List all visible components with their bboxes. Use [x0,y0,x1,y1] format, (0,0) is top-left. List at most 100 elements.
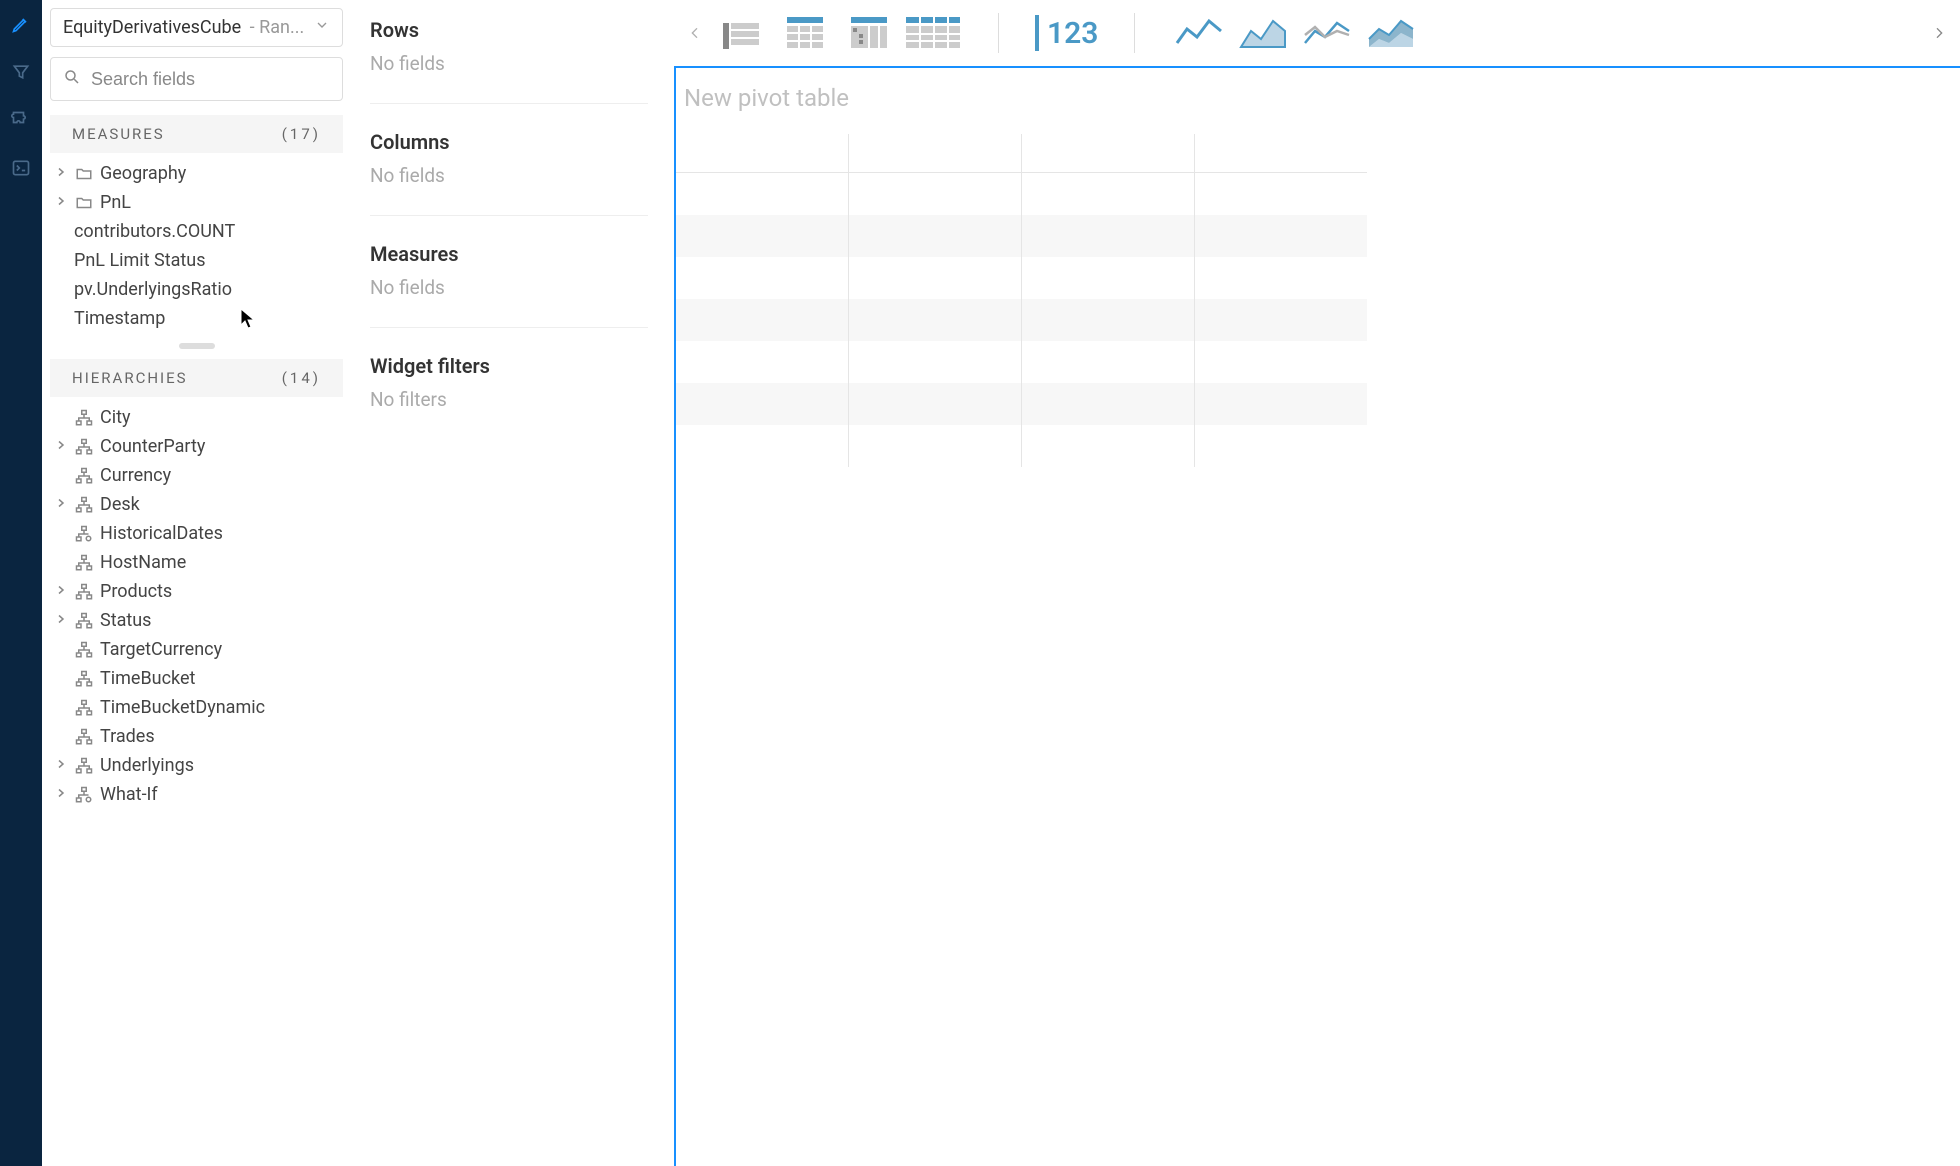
area-chart-button[interactable] [1235,9,1293,57]
pivot-header-cell [676,134,848,172]
rows-title: Rows [370,18,648,42]
tree-item[interactable]: Currency [50,461,343,490]
stacked-area-chart-button[interactable] [1363,9,1421,57]
folder-icon [74,194,94,212]
tree-item-label: TimeBucket [100,668,339,689]
main-panel: 123 [674,0,1960,1166]
hier-icon [74,612,94,630]
tree-item[interactable]: TargetCurrency [50,635,343,664]
tree-item[interactable]: HostName [50,548,343,577]
hierarchies-count: (14) [282,369,321,387]
tree-item[interactable]: City [50,403,343,432]
tree-item[interactable]: Underlyings [50,751,343,780]
search-field-container[interactable] [50,57,343,101]
full-table-button[interactable] [904,9,962,57]
tree-table-button[interactable] [840,9,898,57]
chevron-right-icon[interactable] [54,497,68,513]
pivot-grid [676,134,1960,467]
cube-suffix: - Ran... [245,17,304,38]
chevron-right-icon[interactable] [54,166,68,182]
tree-item[interactable]: CounterParty [50,432,343,461]
tree-item[interactable]: pv.UnderlyingsRatio [50,275,343,304]
pivot-header-cell [848,134,1021,172]
tree-item-label: Desk [100,494,339,515]
hierarchies-header: HIERARCHIES (14) [50,359,343,397]
pivot-header-cell [1021,134,1194,172]
toolbar-separator-2 [1134,13,1135,53]
cube-dropdown[interactable]: EquityDerivativesCube - Ran... [50,8,343,47]
tree-item-label: HistoricalDates [100,523,339,544]
tree-item[interactable]: Trades [50,722,343,751]
chevron-right-icon[interactable] [54,758,68,774]
measures-title: MEASURES [72,125,165,143]
pivot-cell [676,299,848,341]
pivot-cell [1021,215,1194,257]
tree-item-label: Trades [100,726,339,747]
tree-item[interactable]: PnL [50,188,343,217]
hier-icon [74,699,94,717]
chevron-right-icon[interactable] [54,787,68,803]
measures-well-placeholder: No fields [370,276,648,299]
columns-title: Columns [370,130,648,154]
hier-icon [74,554,94,572]
tree-item[interactable]: contributors.COUNT [50,217,343,246]
wells-panel: Rows No fields Columns No fields Measure… [352,0,674,1166]
multi-line-chart-button[interactable] [1299,9,1357,57]
tree-item[interactable]: Status [50,606,343,635]
filter-icon[interactable] [9,60,33,84]
measures-count: (17) [282,125,321,143]
pivot-cell [848,383,1021,425]
hier-icon [74,409,94,427]
chevron-right-icon[interactable] [54,439,68,455]
pivot-cell [848,215,1021,257]
edit-icon[interactable] [9,12,33,36]
pivot-cell [1021,257,1194,299]
table-button[interactable] [776,9,834,57]
tree-item[interactable]: Timestamp [50,304,343,333]
pivot-cell [1194,383,1367,425]
measures-well[interactable]: Measures No fields [370,242,648,328]
tree-item[interactable]: HistoricalDates [50,519,343,548]
tree-item[interactable]: What-If [50,780,343,809]
columns-well[interactable]: Columns No fields [370,130,648,216]
pivot-cell [1194,257,1367,299]
puzzle-icon[interactable] [9,108,33,132]
pivot-cell [1194,425,1367,467]
tree-item-label: City [100,407,339,428]
tree-item[interactable]: Desk [50,490,343,519]
pivot-title: New pivot table [676,68,1960,134]
left-icon-rail [0,0,42,1166]
folder-icon [74,165,94,183]
tree-item-label: contributors.COUNT [74,221,339,242]
pivot-cell [1021,383,1194,425]
cube-name: EquityDerivativesCube [63,17,241,38]
kpi-button[interactable]: 123 [1035,15,1098,51]
tree-item[interactable]: TimeBucketDynamic [50,693,343,722]
tree-item-label: PnL Limit Status [74,250,339,271]
chevron-right-icon[interactable] [54,613,68,629]
filters-well[interactable]: Widget filters No filters [370,354,648,439]
tree-item[interactable]: TimeBucket [50,664,343,693]
tree-item-label: Currency [100,465,339,486]
toolbar-next-button[interactable] [1922,16,1956,50]
table-type-group [712,9,962,57]
hierarchies-title: HIERARCHIES [72,369,188,387]
resize-handle[interactable] [179,343,215,349]
pivot-cell [676,257,848,299]
terminal-icon[interactable] [9,156,33,180]
pivot-preview[interactable]: New pivot table [674,66,1960,1166]
tree-item[interactable]: Products [50,577,343,606]
pivot-cell [848,425,1021,467]
chevron-right-icon[interactable] [54,584,68,600]
line-chart-button[interactable] [1171,9,1229,57]
hier-icon [74,496,94,514]
columns-placeholder: No fields [370,164,648,187]
tree-item[interactable]: Geography [50,159,343,188]
toolbar-prev-button[interactable] [678,16,712,50]
pivot-table-button[interactable] [712,9,770,57]
chevron-right-icon[interactable] [54,195,68,211]
pivot-cell [1021,173,1194,215]
tree-item[interactable]: PnL Limit Status [50,246,343,275]
rows-well[interactable]: Rows No fields [370,18,648,104]
search-input[interactable] [91,69,330,90]
